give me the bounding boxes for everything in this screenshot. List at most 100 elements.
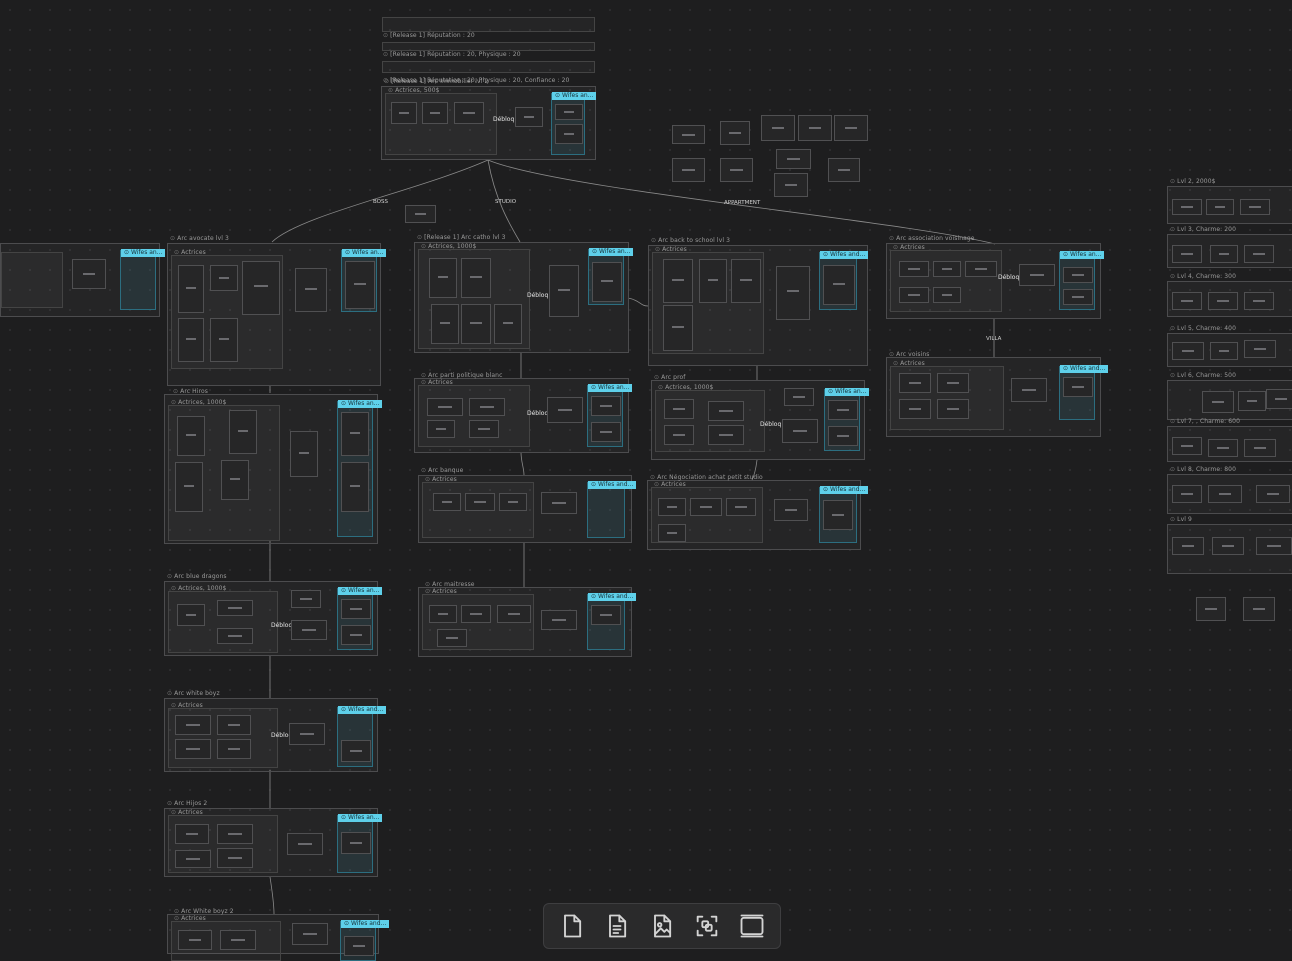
card[interactable]	[175, 715, 211, 735]
card[interactable]	[289, 723, 325, 745]
card[interactable]	[555, 104, 583, 120]
card[interactable]	[592, 262, 622, 302]
wifes-box[interactable]: Wifes an...	[337, 587, 383, 650]
sub-actrices[interactable]: Actrices, 1000$	[168, 399, 280, 541]
new-note-button[interactable]	[601, 910, 633, 942]
card[interactable]	[541, 610, 577, 630]
card[interactable]	[210, 318, 238, 362]
card[interactable]	[965, 261, 997, 277]
group-back-to-school[interactable]: Arc back to school lvl 3 Actrices Wifes …	[648, 237, 869, 366]
sub-actrices[interactable]: Actrices, 500$	[385, 87, 497, 155]
card[interactable]	[427, 420, 455, 438]
group-level-2[interactable]: Lvl 2, 2000$	[1167, 178, 1292, 224]
card[interactable]	[461, 304, 491, 344]
card[interactable]	[72, 259, 106, 289]
card[interactable]	[344, 936, 374, 956]
card[interactable]	[391, 102, 417, 124]
card[interactable]	[210, 265, 238, 291]
card[interactable]	[217, 824, 253, 844]
card-floating[interactable]	[776, 149, 811, 169]
group-negociation[interactable]: Arc Négociation achat petit studio Actri…	[647, 474, 869, 550]
card-floating[interactable]	[774, 173, 808, 197]
card[interactable]	[726, 498, 756, 516]
card[interactable]	[547, 397, 583, 423]
group-level-7[interactable]: Lvl 7, , Charme: 600	[1167, 418, 1292, 462]
card[interactable]	[1238, 391, 1266, 411]
card[interactable]	[217, 715, 251, 735]
sub-actrices[interactable]: Actrices, 1000$	[418, 243, 530, 349]
card[interactable]	[1019, 264, 1055, 286]
card[interactable]	[1206, 199, 1234, 215]
card-floating[interactable]	[834, 115, 868, 141]
card[interactable]	[776, 266, 810, 320]
new-card-button[interactable]	[556, 910, 588, 942]
card[interactable]	[1210, 342, 1238, 360]
card[interactable]	[1172, 437, 1202, 455]
group-voisinage[interactable]: Arc association voisinage Actrices Déblo…	[886, 235, 1105, 319]
card[interactable]	[341, 625, 371, 645]
card[interactable]	[1172, 245, 1202, 263]
card[interactable]	[341, 740, 371, 762]
card-floating[interactable]	[1243, 597, 1275, 621]
card[interactable]	[290, 431, 318, 477]
card[interactable]	[178, 318, 204, 362]
new-group-button[interactable]	[691, 910, 723, 942]
card[interactable]	[437, 629, 467, 647]
card[interactable]	[433, 493, 461, 511]
group-banque[interactable]: Arc banque Actrices Wifes and...	[418, 467, 637, 543]
sub-actrices[interactable]: Actrices	[418, 379, 530, 447]
card[interactable]	[345, 261, 375, 309]
card[interactable]	[1063, 289, 1093, 305]
group-voisins[interactable]: Arc voisins Actrices Wifes and...	[886, 351, 1109, 437]
card[interactable]	[292, 923, 328, 945]
sub-actrices[interactable]: Actrices	[168, 702, 278, 768]
card-floating[interactable]	[761, 115, 795, 141]
card[interactable]	[291, 620, 327, 640]
wifes-box[interactable]: Wifes an...	[587, 384, 633, 447]
wifes-box[interactable]: Wifes an...	[588, 248, 634, 305]
wifes-box[interactable]: Wifes and...	[340, 920, 390, 961]
card[interactable]	[782, 419, 818, 443]
card[interactable]	[549, 265, 579, 317]
card[interactable]	[461, 605, 491, 623]
card[interactable]	[217, 739, 251, 759]
card[interactable]	[933, 261, 961, 277]
card[interactable]	[1208, 485, 1242, 503]
card[interactable]	[899, 261, 929, 277]
card[interactable]	[499, 493, 527, 511]
card[interactable]	[469, 420, 499, 438]
card[interactable]	[178, 930, 212, 950]
card[interactable]	[708, 401, 744, 421]
card[interactable]	[465, 493, 495, 511]
card-floating[interactable]	[1196, 597, 1226, 621]
card[interactable]	[1172, 292, 1202, 310]
group-level-3[interactable]: Lvl 3, Charme: 200	[1167, 226, 1292, 268]
group-level-6[interactable]: Lvl 6, Charme: 500	[1167, 372, 1292, 420]
card[interactable]	[663, 259, 693, 303]
card[interactable]	[221, 460, 249, 500]
wifes-box[interactable]: Wifes and...	[1059, 365, 1109, 420]
card[interactable]	[1063, 377, 1093, 397]
wifes-box[interactable]: Wifes an...	[1059, 251, 1105, 310]
group-blue-dragons[interactable]: Arc blue dragons Actrices, 1000$ Débloq …	[164, 573, 383, 656]
card[interactable]	[431, 304, 459, 344]
group-prof[interactable]: Arc prof Actrices, 1000$ Débloq Wifes an…	[651, 374, 870, 460]
card[interactable]	[175, 850, 211, 868]
wifes-box[interactable]: Wifes and...	[337, 706, 387, 767]
card[interactable]	[469, 398, 505, 416]
card[interactable]	[1212, 537, 1244, 555]
card[interactable]	[291, 590, 321, 608]
card[interactable]	[933, 287, 961, 303]
card[interactable]	[494, 304, 522, 344]
toggle-panel-button[interactable]	[736, 910, 768, 942]
card[interactable]	[429, 605, 457, 623]
wifes-box[interactable]: Wifes an...	[337, 400, 383, 537]
card[interactable]	[1172, 485, 1202, 503]
card[interactable]	[1256, 537, 1292, 555]
card[interactable]	[1202, 391, 1234, 413]
group-catho[interactable]: [Release 1] Arc catho lvl 3 Actrices, 10…	[414, 234, 634, 353]
wifes-box[interactable]: Wifes an...	[337, 814, 383, 873]
card[interactable]	[461, 258, 491, 298]
new-media-button[interactable]	[646, 910, 678, 942]
group-avocate[interactable]: Arc avocate lvl 3 Actrices Wifes an...	[167, 235, 387, 386]
